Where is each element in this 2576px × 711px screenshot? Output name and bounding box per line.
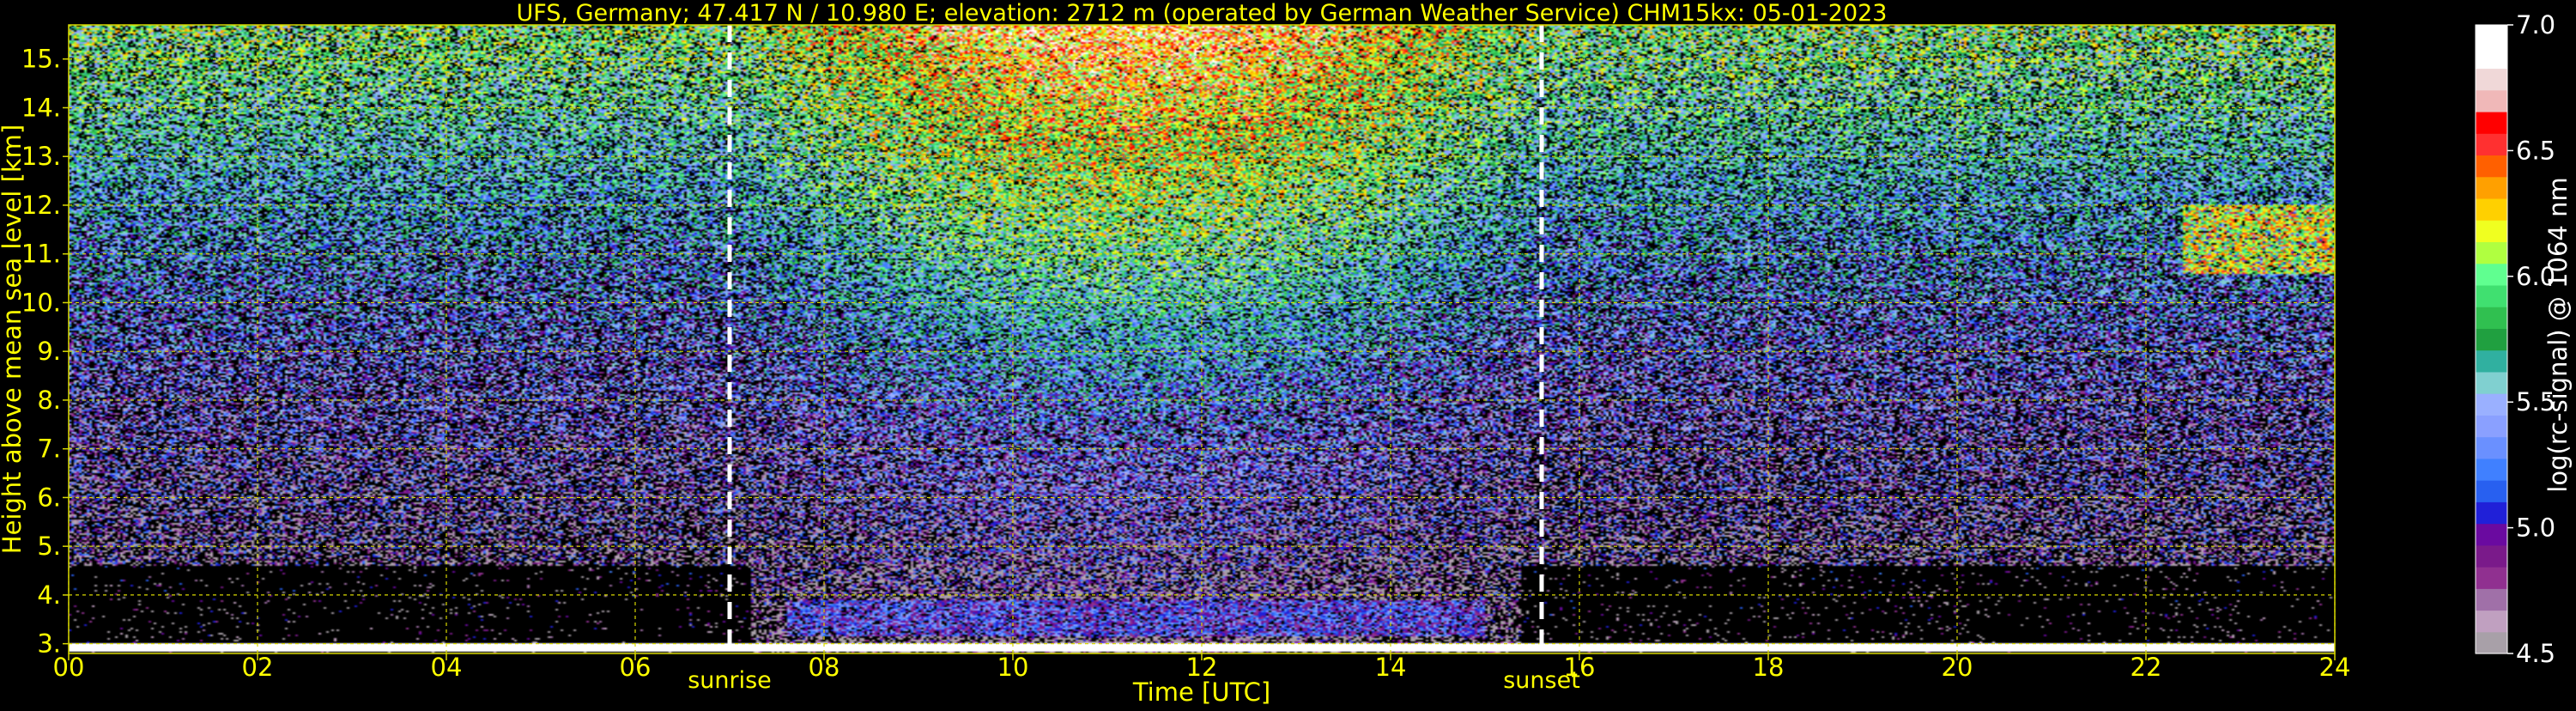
y-tick-label: 14. [21, 93, 61, 122]
ceilometer-chart: sunrise sunset 00 02 04 06 08 10 12 14 16 18 20 22 24… [0, 0, 2576, 708]
colorbar-segment [2476, 501, 2507, 525]
x-tick-label: 10 [997, 653, 1029, 682]
y-tick-label: 13. [21, 142, 61, 171]
y-tick-label: 4. [37, 580, 61, 610]
colorbar-segment [2476, 523, 2507, 546]
chart-title: UFS, Germany; 47.417 N / 10.980 E; eleva… [517, 0, 1888, 27]
colorbar-segment [2476, 480, 2507, 502]
y-tick-label: 15. [21, 45, 61, 74]
colorbar-segment [2476, 567, 2507, 589]
event-label-sunrise: sunrise [688, 667, 772, 694]
colorbar-tick-label: 4.5 [2516, 639, 2555, 668]
colorbar [2475, 24, 2508, 654]
y-tick-label: 7. [37, 434, 61, 464]
y-tick-label: 8. [37, 386, 61, 415]
colorbar-segment [2476, 46, 2507, 70]
heatmap-layer [69, 25, 2335, 653]
colorbar-segment [2476, 371, 2507, 394]
colorbar-segment [2476, 436, 2507, 459]
colorbar-segment [2476, 68, 2507, 91]
colorbar-segment [2476, 307, 2507, 329]
y-axis-label: Height above mean sea level [km] [0, 125, 27, 554]
x-tick-label: 02 [242, 653, 274, 682]
y-tick-label: 12. [21, 191, 61, 220]
colorbar-segment [2476, 631, 2507, 654]
colorbar-segment [2476, 155, 2507, 178]
y-tick-label: 6. [37, 483, 61, 512]
colorbar-tick-label: 5.0 [2516, 514, 2555, 543]
x-tick-label: 22 [2131, 653, 2162, 682]
colorbar-segment [2476, 176, 2507, 199]
x-tick-label: 08 [809, 653, 840, 682]
x-tick-label: 04 [431, 653, 463, 682]
chart-svg: sunrise sunset 00 02 04 06 08 10 12 14 16 18 20 22 24… [0, 0, 2576, 708]
colorbar-segment [2476, 610, 2507, 633]
colorbar-segment [2476, 328, 2507, 351]
x-tick-label: 14 [1375, 653, 1407, 682]
x-tick-label: 20 [1942, 653, 1973, 682]
x-tick-label: 06 [620, 653, 652, 682]
y-tick-label: 9. [37, 337, 61, 366]
colorbar-segment [2476, 588, 2507, 611]
colorbar-tick-label: 7.0 [2516, 10, 2555, 40]
colorbar-tick-label: 6.5 [2516, 136, 2555, 165]
colorbar-label: log(rc-signal) @ 1064 nm [2543, 177, 2573, 492]
colorbar-segment [2476, 111, 2507, 134]
colorbar-segment [2476, 544, 2507, 568]
x-tick-label: 16 [1564, 653, 1596, 682]
x-tick-label: 18 [1753, 653, 1785, 682]
colorbar-segment [2476, 241, 2507, 264]
colorbar-segment [2476, 415, 2507, 438]
y-tick-label: 11. [21, 240, 61, 269]
colorbar-segment [2476, 393, 2507, 416]
y-tick-label: 10. [21, 288, 61, 317]
colorbar-segment [2476, 89, 2507, 112]
y-tick-label: 3. [37, 629, 61, 659]
colorbar-segment [2476, 263, 2507, 286]
x-axis-label: Time [UTC] [1132, 678, 1270, 707]
x-tick-label: 24 [2319, 653, 2351, 682]
colorbar-segment [2476, 349, 2507, 373]
colorbar-segment [2476, 133, 2507, 156]
colorbar-segment [2476, 198, 2507, 221]
colorbar-segment [2476, 284, 2507, 307]
colorbar-segment [2476, 458, 2507, 481]
colorbar-segment [2476, 25, 2507, 47]
colorbar-segment [2476, 220, 2507, 243]
y-tick-label: 5. [37, 532, 61, 561]
heatmap-image [69, 25, 2335, 653]
